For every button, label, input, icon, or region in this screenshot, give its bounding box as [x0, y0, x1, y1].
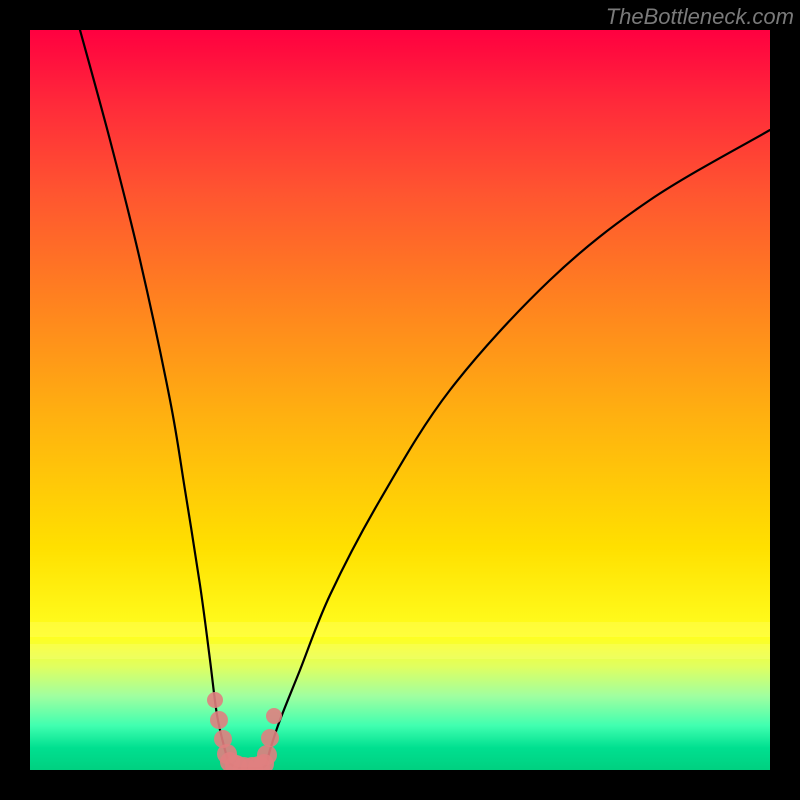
marker-dot: [257, 745, 277, 765]
marker-dot: [207, 692, 223, 708]
marker-group: [207, 692, 282, 770]
curve-group: [80, 30, 770, 768]
marker-dot: [266, 708, 282, 724]
chart-svg: [30, 30, 770, 770]
curve-right-arm: [267, 130, 770, 763]
marker-dot: [261, 729, 279, 747]
marker-dot: [210, 711, 228, 729]
curve-left-arm: [80, 30, 229, 763]
watermark-text: TheBottleneck.com: [606, 4, 794, 30]
